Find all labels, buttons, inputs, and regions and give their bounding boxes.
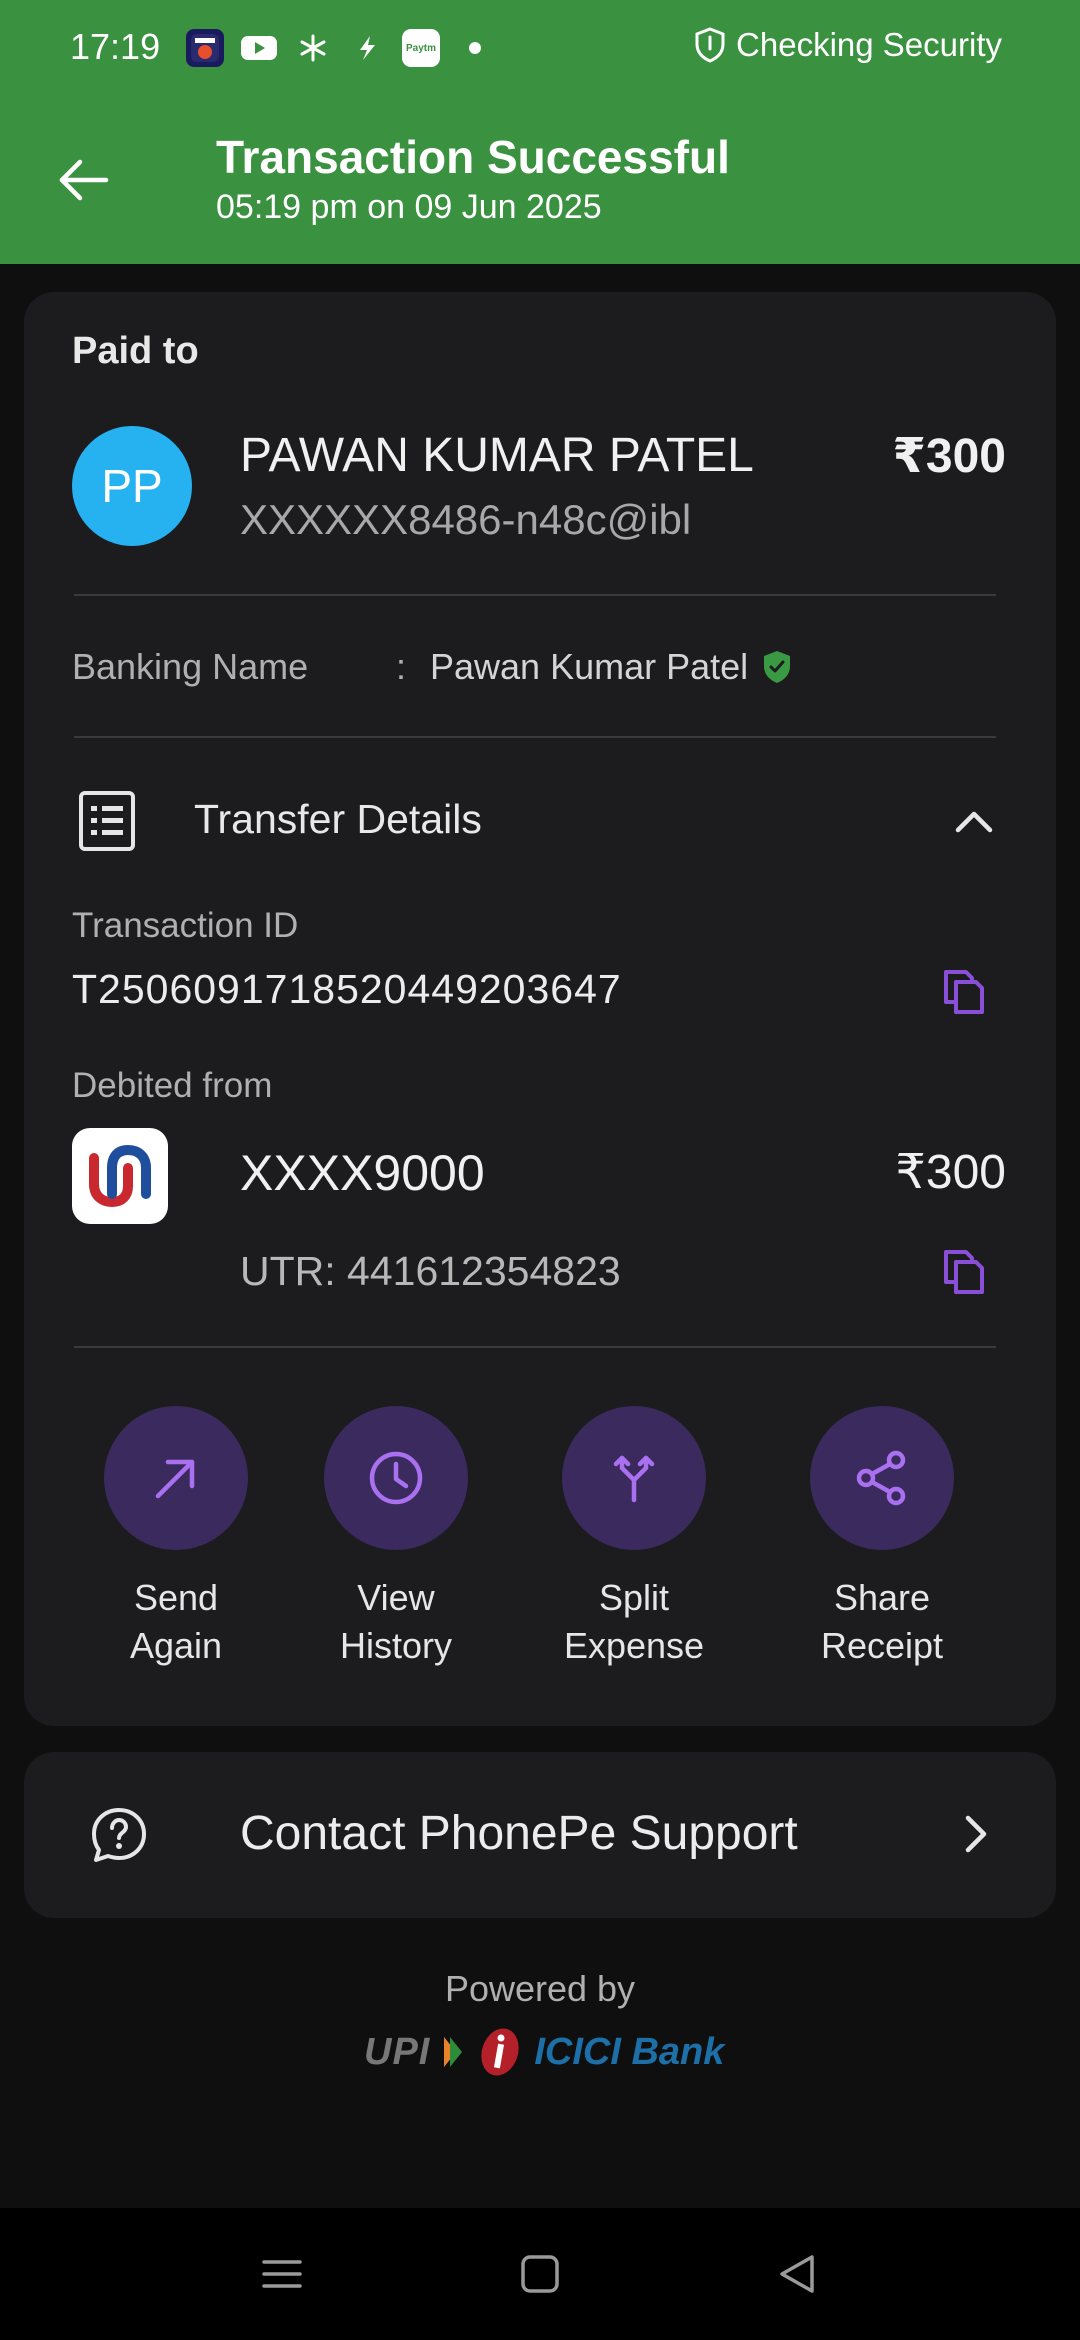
split-expense-label: Split Expense <box>563 1577 705 1666</box>
divider <box>74 1346 996 1348</box>
utr-number: UTR: 441612354823 <box>240 1248 621 1294</box>
security-status: Checking Security <box>694 26 1002 64</box>
back-nav-icon[interactable] <box>774 2250 822 2298</box>
debit-amount: ₹300 <box>895 1146 1006 1199</box>
status-time: 17:19 <box>70 26 161 67</box>
view-history-circle[interactable] <box>324 1406 468 1550</box>
payee-upi-id: XXXXXX8486-n48c@ibl <box>240 496 692 543</box>
copy-icon[interactable] <box>942 1248 986 1296</box>
banking-name-colon: : <box>396 646 407 687</box>
share-receipt-label: Share Receipt <box>820 1577 944 1666</box>
menu-icon[interactable] <box>258 2250 306 2298</box>
avatar: PP <box>72 426 192 546</box>
app-header: 17:19 Paytm Checking Security Transactio… <box>0 0 1080 264</box>
icici-bank-logo: ICICI Bank <box>534 2030 725 2073</box>
divider <box>74 594 996 596</box>
arrow-up-right-icon <box>155 1459 195 1499</box>
arrow-left-icon <box>59 159 109 201</box>
chevron-right-icon[interactable] <box>956 1812 996 1856</box>
youtube-app-icon <box>240 29 278 67</box>
paid-to-label: Paid to <box>72 330 199 372</box>
powered-by-label: Powered by <box>444 1968 636 2009</box>
debited-from-label: Debited from <box>72 1066 273 1105</box>
shield-icon <box>695 27 725 63</box>
flash-app-icon <box>348 29 386 67</box>
share-receipt-circle[interactable] <box>810 1406 954 1550</box>
security-text: Checking Security <box>736 26 1002 63</box>
debit-account-number: XXXX9000 <box>240 1145 485 1201</box>
page-title: Transaction Successful <box>216 131 730 183</box>
transaction-id-value: T2506091718520449203647 <box>72 966 622 1012</box>
home-icon[interactable] <box>516 2250 564 2298</box>
banking-name-label: Banking Name <box>72 646 309 687</box>
paytm-app-icon: Paytm <box>402 29 440 67</box>
banking-name-value: Pawan Kumar Patel <box>430 646 792 688</box>
sonyliv-app-icon <box>186 29 224 67</box>
copy-icon[interactable] <box>942 968 986 1016</box>
payee-amount: ₹300 <box>892 430 1006 483</box>
pinwheel-app-icon <box>294 29 332 67</box>
banking-name-text: Pawan Kumar Patel <box>430 646 749 687</box>
partner-logos: UPI ICICI Bank <box>364 2024 724 2080</box>
status-bar: 17:19 Paytm Checking Security <box>0 0 1080 96</box>
transaction-id-label: Transaction ID <box>72 906 299 945</box>
union-bank-logo <box>72 1128 168 1224</box>
receipt-list-icon <box>78 790 136 852</box>
view-history-button[interactable]: View History <box>296 1406 496 1670</box>
verified-shield-icon <box>764 651 791 683</box>
send-again-label: Send Again <box>129 1577 223 1666</box>
transfer-details-title[interactable]: Transfer Details <box>194 796 482 843</box>
divider <box>74 736 996 738</box>
upi-arrow-icon <box>444 2037 463 2067</box>
dot-icon <box>456 29 494 67</box>
icici-logo-icon <box>481 2028 520 2076</box>
back-button[interactable] <box>54 150 114 210</box>
split-expense-circle[interactable] <box>562 1406 706 1550</box>
help-chat-icon <box>90 1806 148 1864</box>
send-again-circle[interactable] <box>104 1406 248 1550</box>
notification-icons: Paytm <box>186 28 494 68</box>
chevron-up-icon[interactable] <box>952 800 996 844</box>
upi-logo: UPI <box>364 2030 431 2073</box>
contact-support-label[interactable]: Contact PhonePe Support <box>240 1806 798 1861</box>
split-icon <box>613 1455 655 1503</box>
share-receipt-button[interactable]: Share Receipt <box>782 1406 982 1670</box>
clock-icon <box>369 1451 423 1505</box>
view-history-label: View History <box>339 1577 452 1666</box>
split-expense-button[interactable]: Split Expense <box>534 1406 734 1670</box>
send-again-button[interactable]: Send Again <box>76 1406 276 1670</box>
transaction-timestamp: 05:19 pm on 09 Jun 2025 <box>216 188 602 226</box>
payee-name: PAWAN KUMAR PATEL <box>240 429 754 482</box>
share-icon <box>856 1450 906 1506</box>
